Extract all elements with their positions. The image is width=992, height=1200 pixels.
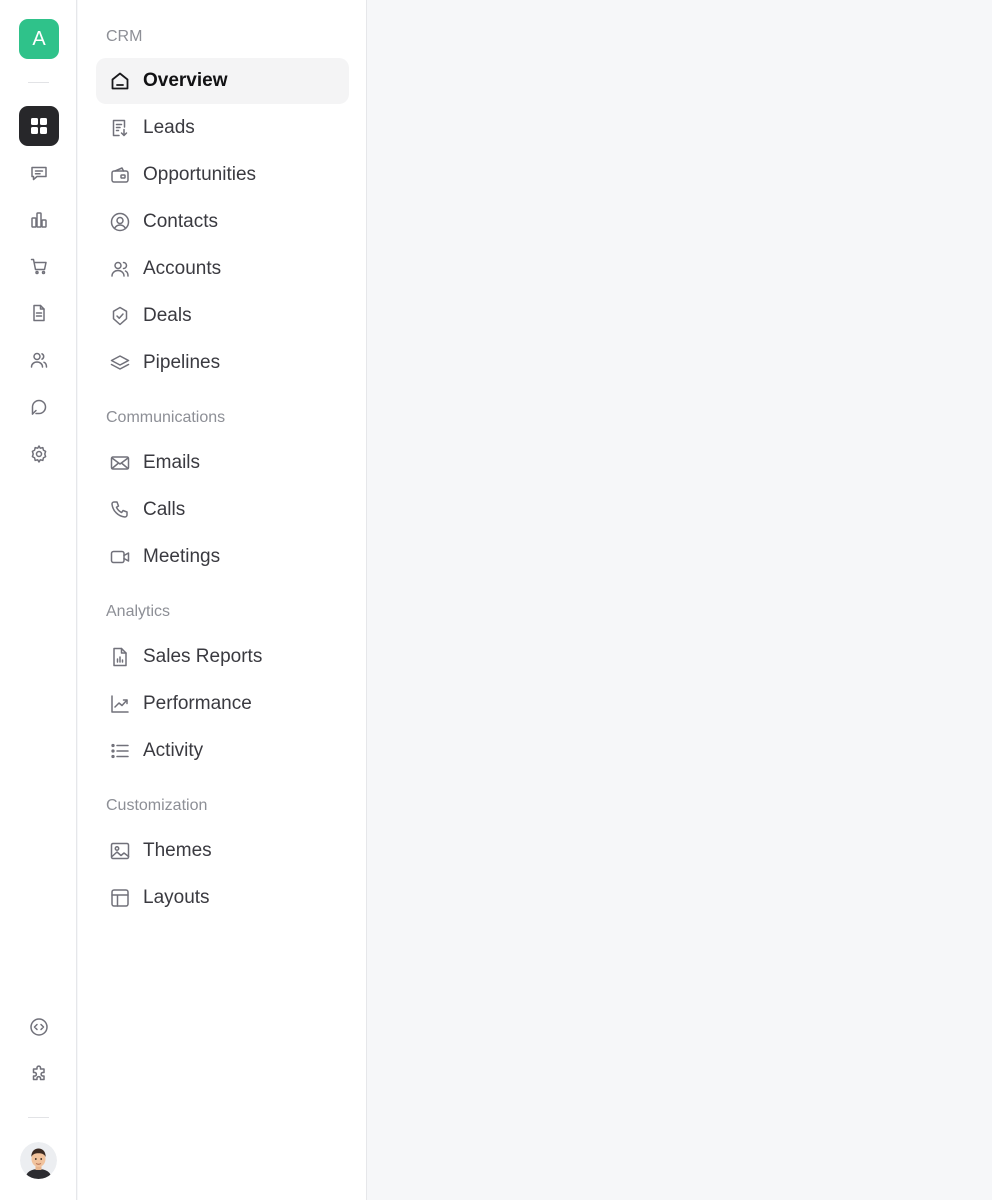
nav-item-label: Emails: [143, 452, 201, 473]
nav-item-performance[interactable]: Performance: [96, 681, 349, 727]
rail-chat-button[interactable]: [19, 387, 59, 427]
nav-item-label: Accounts: [143, 258, 222, 279]
crm-navigation: CRM Overview Leads Opportunities Contact…: [78, 0, 367, 1200]
phone-icon: [111, 501, 128, 518]
nav-item-label: Activity: [143, 740, 204, 761]
nav-item-leads[interactable]: Leads: [96, 105, 349, 151]
rail-dashboard-button[interactable]: [19, 106, 59, 146]
image-icon: [110, 842, 130, 860]
gear-icon: [31, 445, 47, 463]
nav-item-label: Contacts: [143, 211, 218, 232]
rail-users-button[interactable]: [19, 340, 59, 380]
layers-icon: [110, 355, 130, 370]
nav-item-label: Overview: [143, 70, 228, 91]
rail-settings-button[interactable]: [19, 434, 59, 474]
users-icon: [111, 261, 129, 277]
home-icon: [111, 72, 129, 90]
nav-item-contacts[interactable]: Contacts: [96, 199, 349, 245]
rail-divider: [28, 82, 49, 83]
nav-item-label: Performance: [143, 693, 252, 714]
group-label-analytics: Analytics: [106, 603, 171, 620]
mail-icon: [110, 456, 130, 470]
group-label-communications: Communications: [106, 409, 226, 426]
rail-developer-button[interactable]: [19, 1007, 59, 1047]
badge-check-icon: [112, 306, 128, 326]
puzzle-icon: [32, 1065, 45, 1081]
nav-item-label: Deals: [143, 305, 192, 326]
rail-messages-button[interactable]: [19, 153, 59, 193]
chat-bubble-icon: [31, 399, 47, 415]
workspace-logo[interactable]: A: [19, 19, 59, 59]
cart-icon: [30, 258, 47, 275]
nav-item-accounts[interactable]: Accounts: [96, 246, 349, 292]
nav-item-meetings[interactable]: Meetings: [96, 534, 349, 580]
rail-documents-button[interactable]: [19, 293, 59, 333]
user-avatar[interactable]: [20, 1142, 57, 1179]
code-icon: [30, 1018, 48, 1036]
group-label-customization: Customization: [106, 797, 208, 814]
main-content-area: [368, 0, 992, 1200]
nav-item-pipelines[interactable]: Pipelines: [96, 340, 349, 386]
nav-item-emails[interactable]: Emails: [96, 440, 349, 486]
nav-item-label: Meetings: [143, 546, 221, 567]
users-icon: [30, 352, 48, 368]
file-chart-icon: [113, 647, 127, 667]
nav-item-activity[interactable]: Activity: [96, 728, 349, 774]
rail-integrations-button[interactable]: [19, 1054, 59, 1094]
document-icon: [33, 304, 45, 322]
rail-analytics-button[interactable]: [19, 200, 59, 240]
nav-item-calls[interactable]: Calls: [96, 487, 349, 533]
trend-up-icon: [111, 695, 129, 713]
list-icon: [111, 743, 129, 759]
nav-item-label: Layouts: [143, 887, 210, 908]
nav-item-themes[interactable]: Themes: [96, 828, 349, 874]
avatar-image: [20, 1142, 57, 1179]
nav-item-opportunities[interactable]: Opportunities: [96, 152, 349, 198]
video-icon: [110, 550, 130, 564]
icon-rail: A: [0, 0, 77, 1200]
nav-item-layouts[interactable]: Layouts: [96, 875, 349, 921]
nav-item-label: Opportunities: [143, 164, 257, 185]
receipt-download-icon: [112, 119, 128, 137]
nav-item-deals[interactable]: Deals: [96, 293, 349, 339]
nav-item-sales-reports[interactable]: Sales Reports: [96, 634, 349, 680]
user-circle-icon: [110, 212, 130, 232]
rail-divider: [28, 1117, 49, 1118]
rail-cart-button[interactable]: [19, 246, 59, 286]
layout-icon: [111, 889, 129, 907]
message-icon: [31, 166, 47, 181]
nav-item-label: Calls: [143, 499, 186, 520]
nav-item-label: Pipelines: [143, 352, 221, 373]
wallet-icon: [111, 167, 129, 183]
group-label-crm: CRM: [106, 28, 143, 45]
nav-item-label: Leads: [143, 117, 195, 138]
nav-item-overview[interactable]: Overview: [96, 58, 349, 104]
nav-item-label: Sales Reports: [143, 646, 263, 667]
chart-bars-icon: [31, 212, 47, 228]
nav-item-label: Themes: [143, 840, 212, 861]
dashboard-icon: [31, 118, 47, 134]
